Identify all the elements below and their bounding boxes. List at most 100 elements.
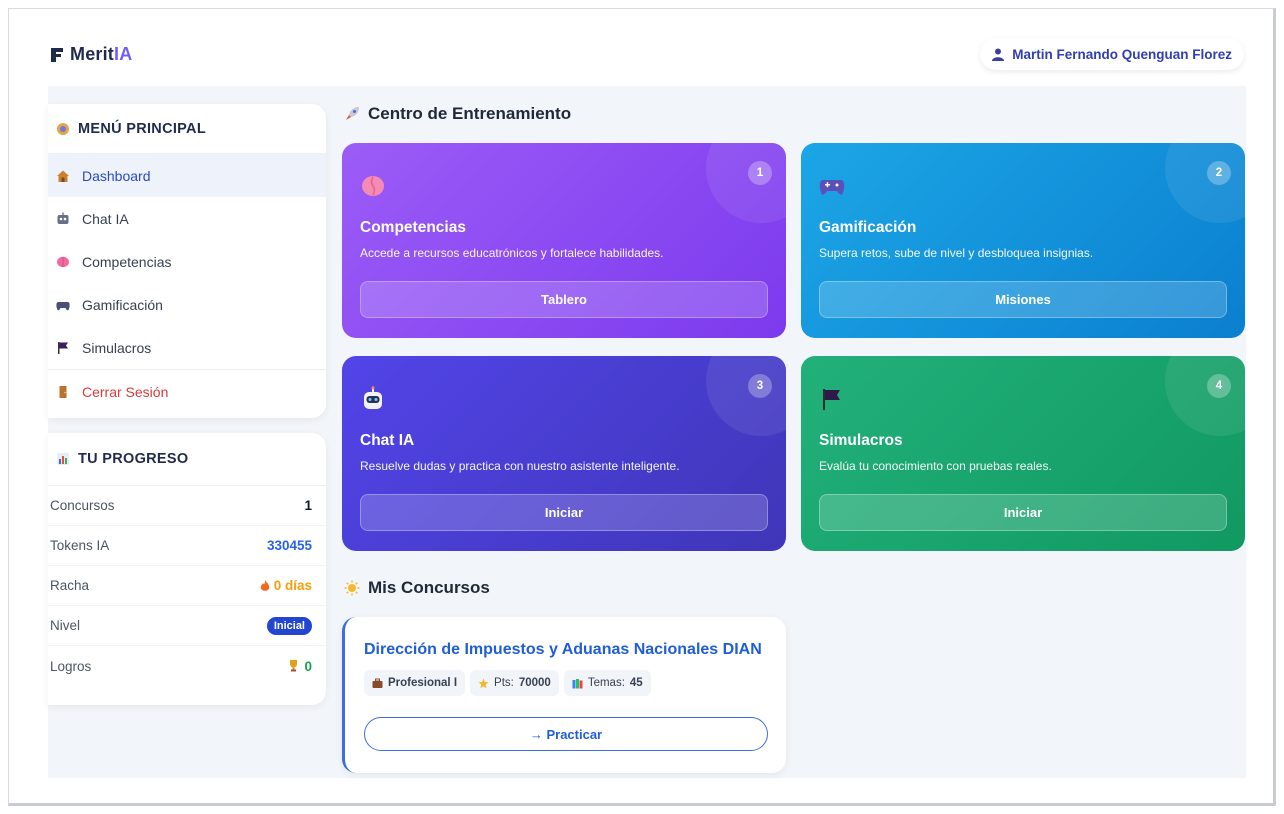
topics-chip: Temas: 45 [563, 670, 651, 696]
card-number-badge: 2 [1207, 161, 1231, 185]
briefcase-icon [372, 678, 383, 688]
achievements-count: 0 [304, 658, 312, 674]
progress-row-tokens: Tokens IA 330455 [48, 526, 326, 566]
user-icon [992, 48, 1005, 61]
practicar-button[interactable]: → Practicar [364, 717, 768, 751]
logout-label: Cerrar Sesión [82, 383, 169, 400]
misiones-button[interactable]: Misiones [819, 281, 1227, 318]
sidebar-item-competencias[interactable]: Competencias [48, 240, 326, 283]
logout-button[interactable]: Cerrar Sesión [48, 369, 326, 413]
progress-row-concursos: Concursos 1 [48, 486, 326, 526]
tablero-button[interactable]: Tablero [360, 281, 768, 318]
progress-label: Nivel [50, 618, 81, 633]
chat-ia-card: 3 Chat IA Resuelve dudas y practica con … [342, 356, 786, 551]
gamificacion-card: 2 Gamificación Supera retos, sube de niv… [801, 143, 1245, 338]
books-icon [572, 678, 583, 688]
card-decoration [1165, 143, 1245, 223]
sidebar-item-gamificacion[interactable]: Gamificación [48, 283, 326, 326]
logo-icon [51, 47, 63, 62]
streak-days: 0 días [273, 578, 312, 593]
points-label: Pts: [494, 677, 514, 689]
sidebar-item-dashboard[interactable]: Dashboard [48, 154, 326, 197]
points-value: 70000 [518, 677, 551, 689]
robot-icon [57, 212, 69, 224]
topics-label: Temas: [587, 677, 625, 689]
brain-icon [57, 256, 69, 267]
achievements-value: 0 [288, 659, 312, 674]
sidebar-item-label: Competencias [82, 253, 172, 270]
gamepad-icon [819, 180, 845, 195]
card-number-badge: 4 [1207, 374, 1231, 398]
progress-label: Tokens IA [50, 538, 110, 553]
progress-row-nivel: Nivel Inicial [48, 606, 326, 646]
tokens-count: 330455 [266, 538, 312, 553]
star-icon [478, 678, 489, 688]
card-description: Resuelve dudas y practica con nuestro as… [360, 459, 680, 473]
progress-row-logros: Logros 0 [48, 646, 326, 686]
flag-icon [58, 341, 68, 354]
card-title: Gamificación [819, 219, 917, 236]
gamepad-icon [56, 301, 70, 310]
card-number-badge: 1 [748, 161, 772, 185]
training-title: Centro de Entrenamiento [368, 104, 572, 123]
concurso-chips: Profesional I Pts: 70000 Temas: 45 [364, 670, 651, 696]
logo-text: MeritIA [70, 44, 133, 64]
card-title: Simulacros [819, 432, 903, 449]
progress-header: TU PROGRESO [48, 433, 326, 486]
menu-badge-icon [57, 122, 69, 135]
user-name: Martin Fernando Quenguan Florez [1012, 46, 1232, 62]
fire-icon [260, 579, 269, 591]
concursos-count: 1 [304, 498, 312, 513]
sidebar-item-chat-ia[interactable]: Chat IA [48, 197, 326, 240]
progress-label: Logros [50, 658, 92, 674]
simulacros-card: 4 Simulacros Evalúa tu conocimiento con … [801, 356, 1245, 551]
main-menu-header: MENÚ PRINCIPAL [48, 104, 326, 154]
card-description: Evalúa tu conocimiento con pruebas reale… [819, 459, 1052, 473]
points-chip: Pts: 70000 [470, 670, 559, 696]
card-description: Supera retos, sube de nivel y desbloquea… [819, 246, 1094, 260]
main-menu-card: MENÚ PRINCIPAL Dashboard Chat IA Compete… [48, 104, 326, 418]
level-chip: Profesional I [364, 670, 466, 696]
competencias-card: 1 Competencias Accede a recursos educatr… [342, 143, 786, 338]
progress-title: TU PROGRESO [78, 451, 189, 467]
brain-icon [362, 176, 384, 196]
level-text: Profesional I [388, 677, 458, 689]
card-decoration [706, 356, 786, 436]
card-title: Competencias [360, 219, 466, 236]
user-profile-button[interactable]: Martin Fernando Quenguan Florez [980, 38, 1244, 70]
streak-value: 0 días [260, 578, 312, 593]
app-logo[interactable]: MeritIA [50, 44, 132, 65]
simulacros-iniciar-button[interactable]: Iniciar [819, 494, 1227, 531]
progress-card: TU PROGRESO Concursos 1 Tokens IA 330455… [48, 433, 326, 705]
flag-icon [823, 389, 840, 410]
main-menu-title: MENÚ PRINCIPAL [78, 120, 206, 137]
concurso-title[interactable]: Dirección de Impuestos y Aduanas Naciona… [364, 641, 762, 659]
robot-icon [364, 386, 382, 409]
sidebar-item-simulacros[interactable]: Simulacros [48, 326, 326, 369]
card-decoration [1165, 356, 1245, 436]
level-badge: Inicial [266, 616, 312, 635]
progress-label: Racha [50, 578, 90, 593]
door-icon [59, 385, 67, 398]
sidebar-item-label: Gamificación [82, 296, 163, 313]
sidebar-item-label: Simulacros [82, 339, 152, 356]
card-title: Chat IA [360, 432, 415, 449]
sidebar-item-label: Chat IA [82, 210, 129, 227]
concurso-card: Dirección de Impuestos y Aduanas Naciona… [342, 617, 786, 773]
sidebar-item-label: Dashboard [82, 167, 151, 184]
progress-label: Concursos [50, 498, 115, 513]
card-decoration [706, 143, 786, 223]
card-description: Accede a recursos educatrónicos y fortal… [360, 246, 664, 260]
rocket-icon [346, 107, 359, 120]
concursos-section-title: Mis Concursos [344, 578, 490, 598]
chat-iniciar-button[interactable]: Iniciar [360, 494, 768, 531]
house-icon [57, 170, 69, 182]
sun-icon [344, 580, 360, 596]
concursos-title: Mis Concursos [368, 578, 490, 597]
progress-row-racha: Racha 0 días [48, 566, 326, 606]
bar-chart-icon [57, 453, 69, 465]
trophy-icon [290, 660, 298, 672]
topics-value: 45 [629, 677, 643, 689]
training-section-title: Centro de Entrenamiento [344, 104, 571, 124]
card-number-badge: 3 [748, 374, 772, 398]
